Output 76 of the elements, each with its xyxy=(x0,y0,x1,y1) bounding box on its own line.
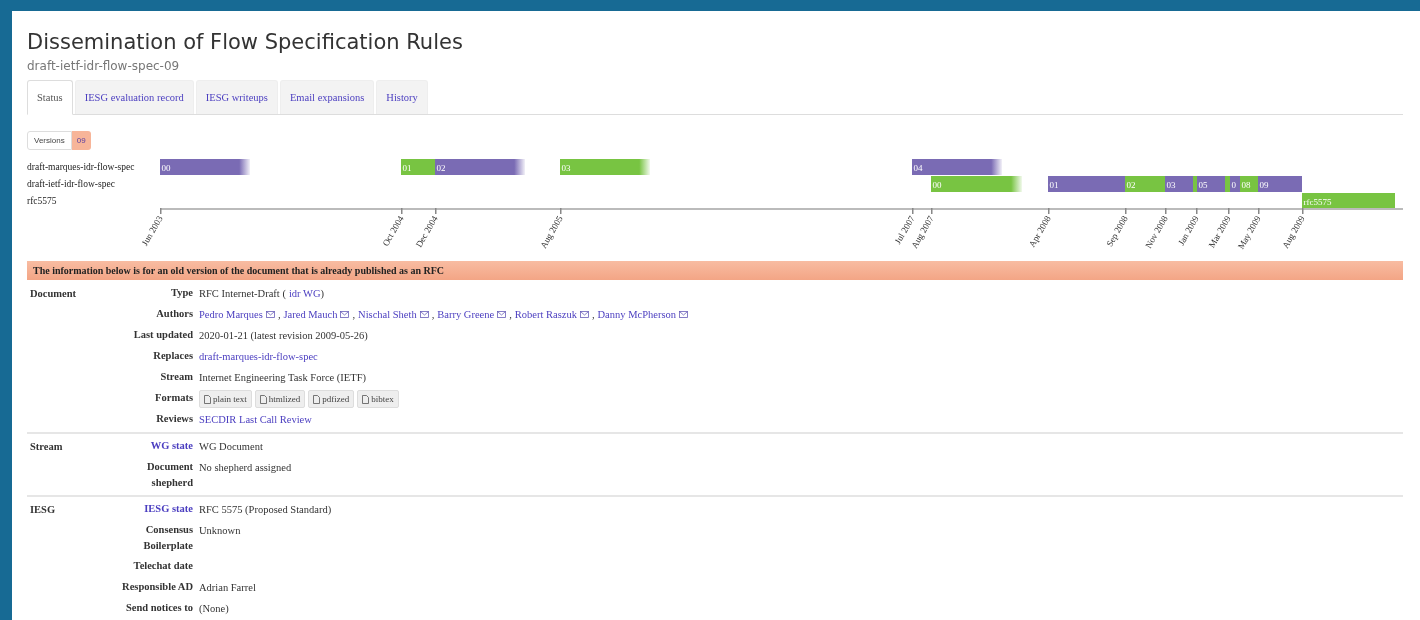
value-text: Adrian Farrel xyxy=(199,580,256,595)
value-text: , xyxy=(277,307,281,322)
value-text: , xyxy=(431,307,435,322)
section-label: Document xyxy=(30,288,77,299)
version-bar[interactable]: 00 xyxy=(160,159,250,175)
tab[interactable]: IESG evaluation record xyxy=(74,80,194,114)
value-text: RFC Internet-Draft ( xyxy=(199,286,286,301)
version-bar[interactable]: 02 xyxy=(435,159,525,175)
mail-icon[interactable] xyxy=(579,311,589,318)
file-icon xyxy=(259,394,267,404)
author-link[interactable]: Danny McPherson xyxy=(597,306,676,323)
field-label: Responsible AD xyxy=(122,580,193,594)
link[interactable]: draft-marques-idr-flow-spec xyxy=(199,348,318,365)
timeline-row-label: rfc5575 xyxy=(27,195,58,208)
file-icon xyxy=(362,394,370,404)
value-text: 2020-01-21 (latest revision 2009-05-26) xyxy=(199,328,368,343)
field-label: Last updated xyxy=(133,328,193,342)
tab[interactable]: IESG writeups xyxy=(195,80,278,114)
value-text: , xyxy=(352,307,356,322)
section-label: Stream xyxy=(30,441,63,452)
mail-icon[interactable] xyxy=(340,311,350,318)
field-label-link[interactable]: WG state xyxy=(150,438,193,455)
value-text: ) xyxy=(320,286,324,301)
info-banner: The information below is for an old version of the document that is already published as an RFC xyxy=(27,261,1403,280)
format-button[interactable]: plain text xyxy=(199,390,252,408)
format-button[interactable]: htmlized xyxy=(254,390,306,408)
format-button[interactable]: bibtex xyxy=(357,390,399,408)
mail-icon[interactable] xyxy=(265,311,275,318)
author-link[interactable]: Nischal Sheth xyxy=(358,306,417,323)
version-bar[interactable]: 0 xyxy=(1230,176,1240,192)
file-icon xyxy=(204,394,211,404)
draft-name: draft-ietf-idr-flow-spec-09 xyxy=(27,58,181,75)
mail-icon[interactable] xyxy=(419,311,429,318)
value-text: No shepherd assigned xyxy=(199,460,292,475)
version-bar[interactable]: 01 xyxy=(1048,176,1125,192)
field-label: Telechat date xyxy=(133,559,193,573)
file-icon xyxy=(313,394,321,404)
value-text: Unknown xyxy=(199,523,241,538)
field-label: Authors xyxy=(156,307,193,321)
field-label: Type xyxy=(171,286,193,300)
author-link[interactable]: Pedro Marques xyxy=(199,306,263,323)
field-label: Stream xyxy=(160,370,193,384)
version-bar[interactable]: 05 xyxy=(1197,176,1225,192)
field-label: Replaces xyxy=(153,349,193,363)
value-text: , xyxy=(509,307,512,322)
field-label: Document shepherd xyxy=(145,460,193,490)
author-link[interactable]: Robert Raszuk xyxy=(514,306,577,323)
timeline-row-label: draft-marques-idr-flow-spec xyxy=(27,161,136,174)
mail-icon[interactable] xyxy=(497,311,507,318)
mail-icon[interactable] xyxy=(679,311,688,318)
value-text: WG Document xyxy=(199,439,263,454)
tab[interactable]: Email expansions xyxy=(279,80,375,114)
version-bar[interactable]: 09 xyxy=(1258,176,1302,192)
version-bar[interactable]: 04 xyxy=(912,159,1002,175)
author-link[interactable]: Jared Mauch xyxy=(283,306,338,323)
field-label-link[interactable]: IESG state xyxy=(144,501,193,518)
section-label: IESG xyxy=(30,504,56,515)
tab[interactable]: Status xyxy=(27,80,73,115)
versions-label: Versions xyxy=(27,131,72,150)
tab[interactable]: History xyxy=(376,80,428,114)
version-button[interactable]: 09 xyxy=(71,131,91,150)
value-text: Internet Engineering Task Force (IETF) xyxy=(199,370,366,385)
page-title: Dissemination of Flow Specification Rules xyxy=(27,29,464,55)
link[interactable]: SECDIR Last Call Review xyxy=(199,411,312,428)
link[interactable]: idr WG xyxy=(288,285,321,302)
field-label: Send notices to xyxy=(125,601,193,615)
field-label: Formats xyxy=(155,391,193,405)
author-link[interactable]: Barry Greene xyxy=(437,306,495,323)
version-bar[interactable]: 03 xyxy=(1165,176,1193,192)
field-label: Reviews xyxy=(156,412,193,426)
value-text: RFC 5575 (Proposed Standard) xyxy=(199,502,332,517)
field-label: Consensus Boilerplate xyxy=(142,523,193,553)
value-text: , xyxy=(591,307,595,322)
timeline-row-label: draft-ietf-idr-flow-spec xyxy=(27,178,116,191)
value-text: (None) xyxy=(199,601,229,616)
format-button[interactable]: pdfized xyxy=(308,390,355,408)
